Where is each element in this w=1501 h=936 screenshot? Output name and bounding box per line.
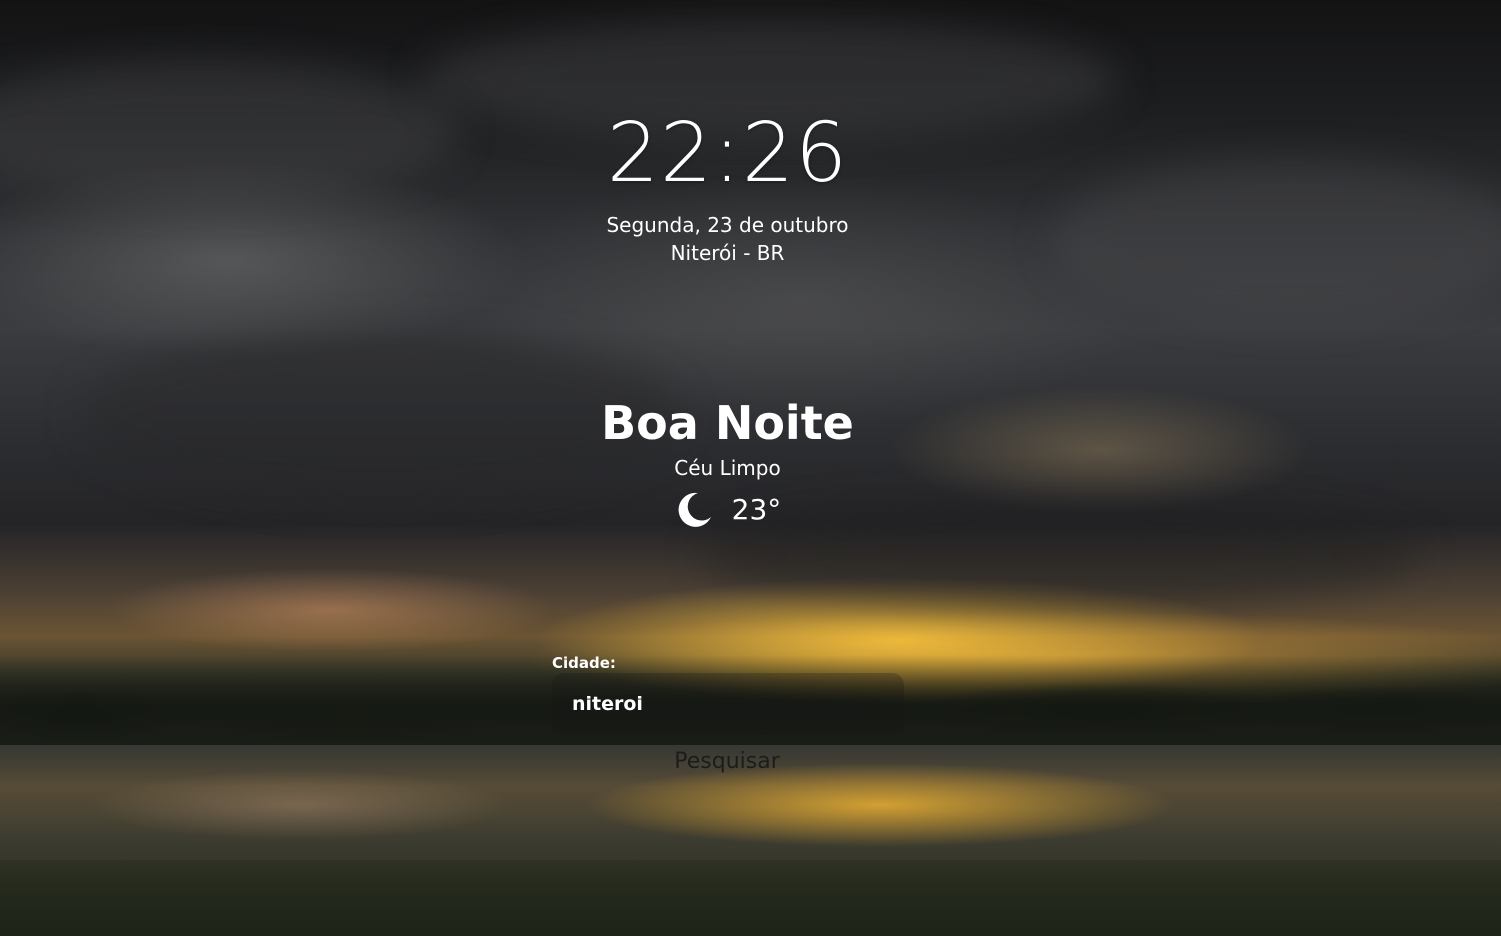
temperature-row: 23° [0, 490, 1455, 530]
greeting-title: Boa Noite [601, 396, 854, 450]
weather-app: 22:26 Segunda, 23 de outubro Niterói - B… [0, 0, 1501, 936]
moon-icon [674, 490, 714, 530]
weather-condition: Céu Limpo [674, 456, 781, 480]
clock-time: 22:26 [606, 106, 849, 201]
city-label: Cidade: [552, 654, 616, 672]
search-button[interactable]: Pesquisar [626, 744, 828, 780]
temperature-value: 23° [731, 493, 782, 526]
current-date: Segunda, 23 de outubro [606, 213, 849, 237]
city-input[interactable] [552, 673, 904, 735]
current-location: Niterói - BR [670, 241, 785, 265]
